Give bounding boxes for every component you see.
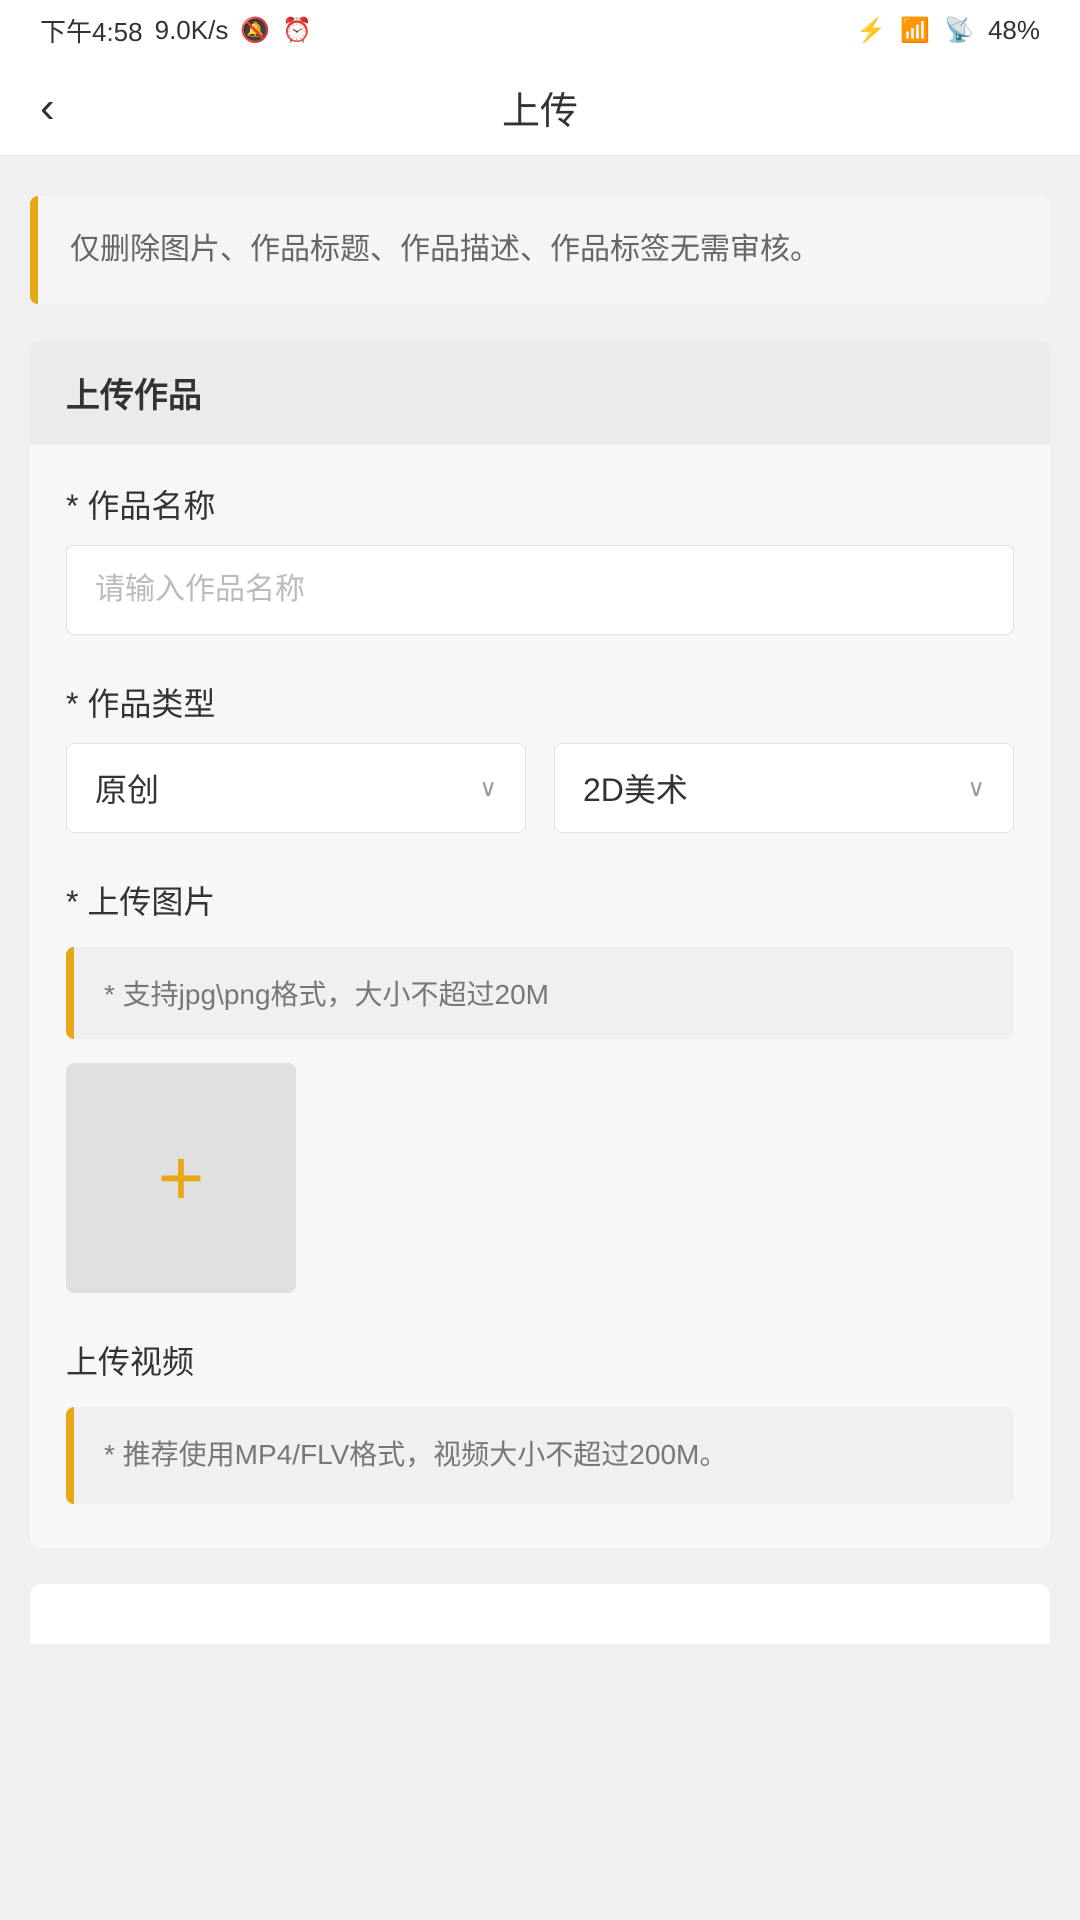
status-left: 下午4:58 9.0K/s 🔕 ⏰ xyxy=(40,12,312,49)
wifi-icon: 📡 xyxy=(944,16,974,45)
status-time: 下午4:58 xyxy=(40,12,143,49)
page-title: 上传 xyxy=(502,80,578,135)
page-content: 仅删除图片、作品标题、作品描述、作品标签无需审核。 上传作品 * 作品名称 * … xyxy=(0,156,1080,1684)
section-body: * 作品名称 * 作品类型 原创 ∨ 2D美术 ∨ xyxy=(30,445,1050,1548)
header: ‹ 上传 xyxy=(0,60,1080,156)
status-bar: 下午4:58 9.0K/s 🔕 ⏰ ⚡ 📶 📡 48% xyxy=(0,0,1080,60)
bottom-stub xyxy=(30,1584,1050,1644)
work-type-field: * 作品类型 原创 ∨ 2D美术 ∨ xyxy=(66,679,1014,833)
signal-icon: 📶 xyxy=(900,16,930,45)
work-type-label: * 作品类型 xyxy=(66,679,1014,725)
section-title: 上传作品 xyxy=(66,377,202,415)
upload-image-label: * 上传图片 xyxy=(66,877,1014,923)
work-type-value-1: 原创 xyxy=(95,765,159,811)
work-type-dropdown-2[interactable]: 2D美术 ∨ xyxy=(554,743,1014,833)
chevron-down-icon-2: ∨ xyxy=(967,774,985,803)
upload-image-hint-box: * 支持jpg\png格式，大小不超过20M xyxy=(66,947,1014,1039)
work-type-value-2: 2D美术 xyxy=(583,765,688,811)
alarm-icon: ⏰ xyxy=(282,16,312,45)
dropdown-row: 原创 ∨ 2D美术 ∨ xyxy=(66,743,1014,833)
work-type-dropdown-1[interactable]: 原创 ∨ xyxy=(66,743,526,833)
upload-video-label: 上传视频 xyxy=(66,1337,1014,1383)
section-header: 上传作品 xyxy=(30,340,1050,445)
bluetooth-icon: ⚡ xyxy=(856,16,886,45)
back-button[interactable]: ‹ xyxy=(40,86,55,130)
battery-level: 48 xyxy=(988,15,1017,45)
notice-box: 仅删除图片、作品标题、作品描述、作品标签无需审核。 xyxy=(30,196,1050,304)
work-name-field: * 作品名称 xyxy=(66,481,1014,635)
notice-text: 仅删除图片、作品标题、作品描述、作品标签无需审核。 xyxy=(70,233,820,266)
chevron-down-icon-1: ∨ xyxy=(479,774,497,803)
work-name-input[interactable] xyxy=(66,545,1014,635)
plus-icon: + xyxy=(158,1138,205,1218)
upload-image-field: * 上传图片 * 支持jpg\png格式，大小不超过20M + xyxy=(66,877,1014,1293)
upload-section-card: 上传作品 * 作品名称 * 作品类型 原创 ∨ 2D美术 ∨ xyxy=(30,340,1050,1548)
upload-image-hint-text: * 支持jpg\png格式，大小不超过20M xyxy=(104,979,549,1010)
status-network: 9.0K/s xyxy=(155,15,229,46)
work-name-label: * 作品名称 xyxy=(66,481,1014,527)
upload-video-hint-box: * 推荐使用MP4/FLV格式，视频大小不超过200M。 xyxy=(66,1407,1014,1504)
add-image-button[interactable]: + xyxy=(66,1063,296,1293)
status-right: ⚡ 📶 📡 48% xyxy=(856,15,1040,46)
battery-indicator: 48% xyxy=(988,15,1040,46)
upload-video-field: 上传视频 * 推荐使用MP4/FLV格式，视频大小不超过200M。 xyxy=(66,1337,1014,1504)
mute-icon: 🔕 xyxy=(240,16,270,45)
upload-video-hint-text: * 推荐使用MP4/FLV格式，视频大小不超过200M。 xyxy=(104,1439,727,1470)
